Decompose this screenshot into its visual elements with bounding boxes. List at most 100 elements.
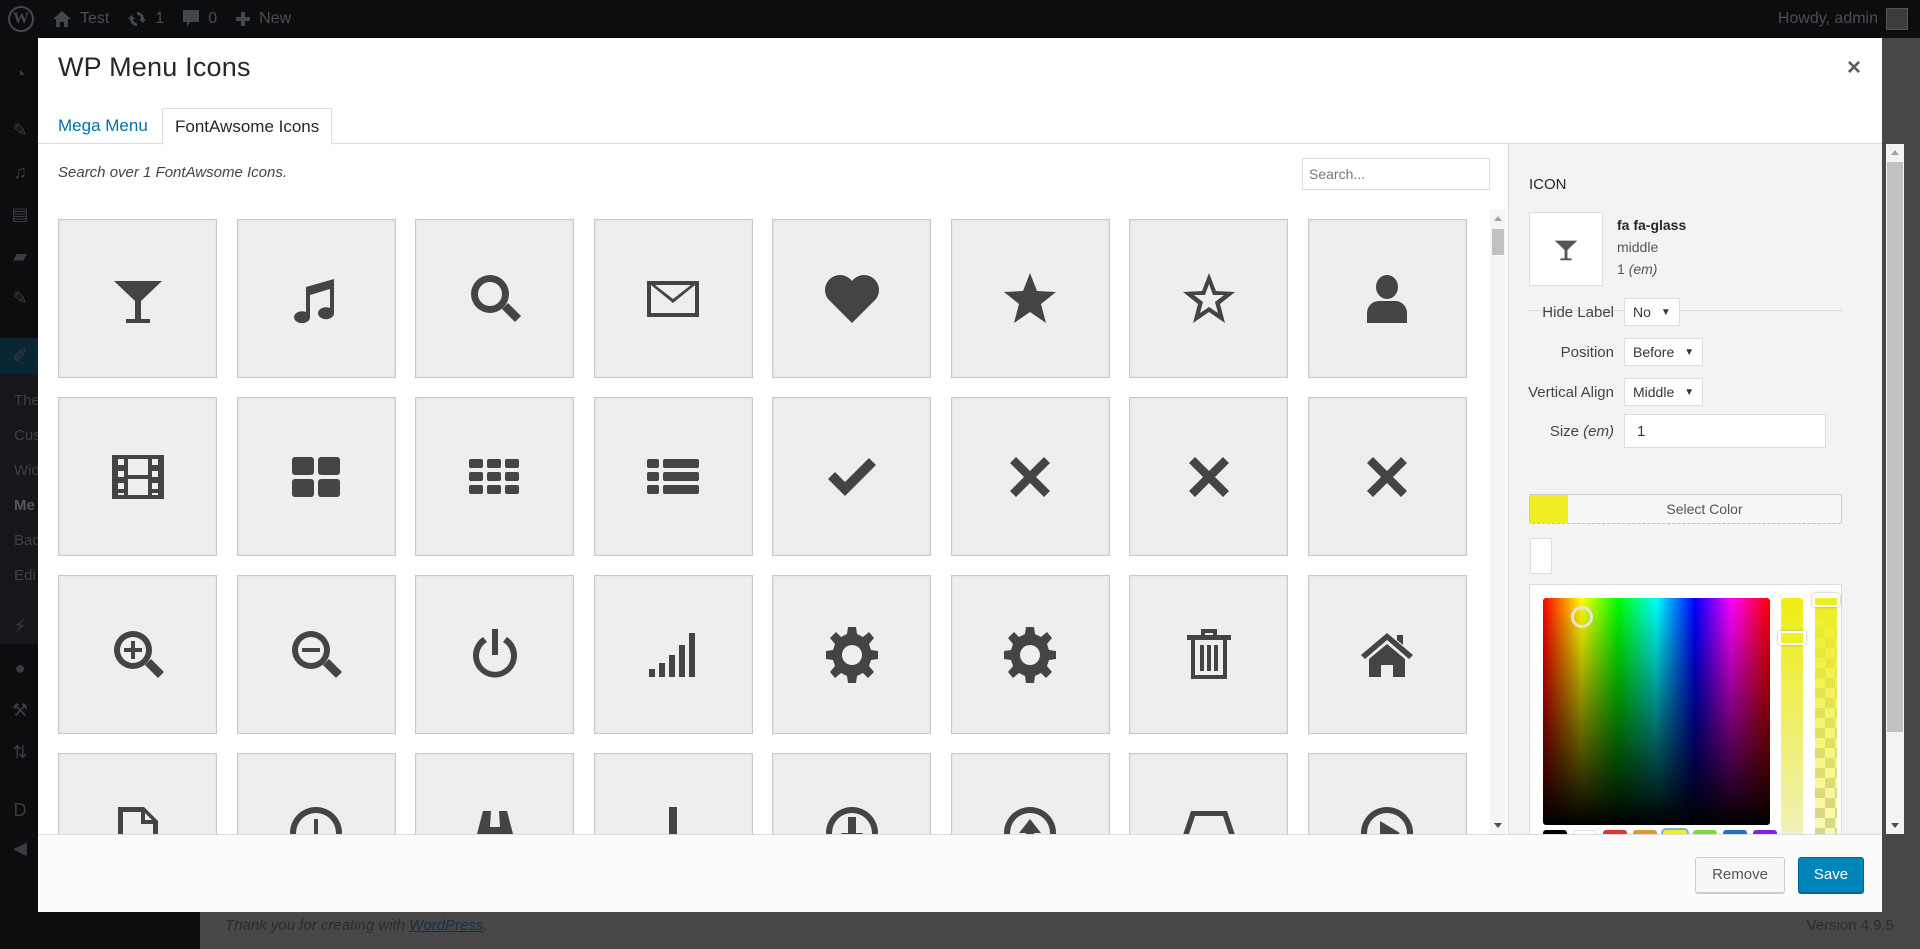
- scroll-down-arrow-icon[interactable]: [1891, 823, 1899, 828]
- my-account[interactable]: Howdy, admin: [1778, 8, 1908, 30]
- icon-tile-glass[interactable]: [58, 219, 217, 378]
- icon-tile-film[interactable]: [58, 397, 217, 556]
- hide-label-select[interactable]: No ▼: [1624, 298, 1680, 326]
- pin-icon[interactable]: ✎: [10, 288, 30, 308]
- icon-tile-arrow-circle-o-down[interactable]: [772, 753, 931, 834]
- settings-icon[interactable]: ⇅: [10, 742, 30, 762]
- icon-tile-search[interactable]: [415, 219, 574, 378]
- alpha-slider[interactable]: [1812, 593, 1840, 834]
- scroll-thumb[interactable]: [1492, 229, 1504, 255]
- icon-grid-viewport: [58, 219, 1478, 834]
- size-input[interactable]: [1624, 414, 1826, 448]
- icon-tile-signal[interactable]: [593, 575, 753, 734]
- icon-tile-th[interactable]: [415, 397, 574, 556]
- icon-tile-times[interactable]: [1307, 397, 1467, 556]
- wordpress-logo-icon[interactable]: W: [8, 6, 34, 32]
- pin-icon[interactable]: ✎: [10, 120, 30, 140]
- size-label: Size (em): [1509, 423, 1624, 440]
- media-icon[interactable]: ♫: [10, 162, 30, 182]
- icon-browser: Search over 1 FontAwsome Icons.: [38, 144, 1508, 834]
- icon-tile-th-large[interactable]: [236, 397, 396, 556]
- tab-fontawesome-icons[interactable]: FontAwsome Icons: [162, 108, 333, 145]
- icon-tile-power-off[interactable]: [415, 575, 574, 734]
- icon-tile-home[interactable]: [1307, 575, 1467, 734]
- close-button[interactable]: ×: [1842, 56, 1866, 80]
- submenu-item[interactable]: Cus: [14, 427, 38, 444]
- save-button[interactable]: Save: [1798, 857, 1864, 893]
- color-picker-handle[interactable]: [1571, 606, 1593, 628]
- icon-tile-user[interactable]: [1307, 219, 1467, 378]
- color-gradient-area[interactable]: [1543, 598, 1770, 825]
- vertical-align-field: Vertical Align Middle ▼: [1509, 378, 1704, 406]
- icon-tile-search-plus[interactable]: [58, 575, 217, 734]
- icon-tile-star-o[interactable]: [1129, 219, 1288, 378]
- icon-tile-inbox[interactable]: [1129, 753, 1288, 834]
- wordpress-link[interactable]: WordPress: [409, 917, 483, 934]
- panel-scrollbar[interactable]: [1886, 144, 1904, 834]
- icon-tile-play-circle-o[interactable]: [1307, 753, 1467, 834]
- plugins-icon[interactable]: ⚡: [10, 616, 30, 636]
- icon-grid-scrollbar[interactable]: [1490, 209, 1506, 834]
- current-color-swatch: [1530, 495, 1568, 523]
- saturation-slider[interactable]: [1778, 598, 1806, 834]
- comments-link[interactable]: 0: [182, 9, 217, 29]
- icon-tile-times[interactable]: [950, 397, 1110, 556]
- icon-tile-file-o[interactable]: [58, 753, 217, 834]
- alpha-slider-handle[interactable]: [1812, 593, 1840, 607]
- icon-tile-music[interactable]: [236, 219, 396, 378]
- icon-tile-search-minus[interactable]: [236, 575, 396, 734]
- icon-tile-heart[interactable]: [772, 219, 931, 378]
- cog-icon: [825, 626, 878, 683]
- size-unit: (em): [1583, 422, 1614, 440]
- plugin-d-icon[interactable]: D: [10, 800, 30, 820]
- tools-icon[interactable]: ⚒: [10, 700, 30, 720]
- icon-tile-th-list[interactable]: [593, 397, 753, 556]
- pages-icon[interactable]: ▤: [10, 204, 30, 224]
- new-content-link[interactable]: New: [235, 10, 291, 28]
- submenu-item[interactable]: Edi: [14, 567, 38, 584]
- scroll-up-arrow-icon[interactable]: [1494, 216, 1502, 221]
- position-select[interactable]: Before ▼: [1624, 338, 1704, 366]
- comments-icon[interactable]: ▰: [10, 246, 30, 266]
- vertical-align-label: Vertical Align: [1528, 383, 1614, 401]
- icon-tile-road[interactable]: [415, 753, 574, 834]
- scroll-down-arrow-icon[interactable]: [1494, 823, 1502, 828]
- updates-link[interactable]: 1: [127, 9, 164, 29]
- dashboard-icon[interactable]: ◔: [10, 64, 30, 84]
- icon-tile-download[interactable]: [593, 753, 753, 834]
- selected-size-unit: (em): [1628, 261, 1658, 277]
- site-name-link[interactable]: Test: [52, 10, 109, 28]
- position-field: Position Before ▼: [1509, 338, 1704, 366]
- plus-icon: [236, 12, 251, 26]
- submenu-item[interactable]: The: [14, 392, 38, 409]
- section-label: ICON: [1529, 176, 1567, 193]
- submenu-item[interactable]: Wid: [14, 462, 38, 479]
- play-circle-o-icon: [1361, 806, 1413, 834]
- icon-tile-cog[interactable]: [950, 575, 1110, 734]
- vertical-align-select[interactable]: Middle ▼: [1624, 378, 1704, 406]
- collapse-menu-icon[interactable]: ◀: [10, 838, 30, 858]
- users-icon[interactable]: ●: [10, 658, 30, 678]
- select-color-button[interactable]: Select Color: [1529, 494, 1842, 524]
- saturation-slider-handle[interactable]: [1778, 631, 1806, 645]
- icon-search-input[interactable]: [1302, 158, 1490, 190]
- icon-tile-check[interactable]: [772, 397, 931, 556]
- icon-tile-clock-o[interactable]: [236, 753, 396, 834]
- remove-button[interactable]: Remove: [1695, 857, 1785, 893]
- icon-tile-envelope-o[interactable]: [593, 219, 753, 378]
- sidebar-item-appearance[interactable]: ✐: [0, 338, 38, 374]
- icon-tile-cog[interactable]: [772, 575, 931, 734]
- submenu-item-active[interactable]: Me: [14, 497, 38, 514]
- icon-tile-arrow-circle-o-up[interactable]: [950, 753, 1110, 834]
- modal-tabs: Mega Menu FontAwsome Icons: [38, 98, 1882, 145]
- arrow-circle-o-down-icon: [825, 806, 878, 834]
- scroll-up-arrow-icon[interactable]: [1891, 150, 1899, 155]
- scroll-thumb[interactable]: [1887, 162, 1903, 732]
- icon-tile-star[interactable]: [950, 219, 1110, 378]
- submenu-item[interactable]: Bac: [14, 532, 38, 549]
- icon-tile-trash-o[interactable]: [1129, 575, 1288, 734]
- selected-icon-size: 1 (em): [1617, 258, 1686, 280]
- tab-mega-menu[interactable]: Mega Menu: [46, 108, 160, 145]
- icon-tile-times[interactable]: [1129, 397, 1288, 556]
- color-hex-input[interactable]: [1530, 538, 1552, 574]
